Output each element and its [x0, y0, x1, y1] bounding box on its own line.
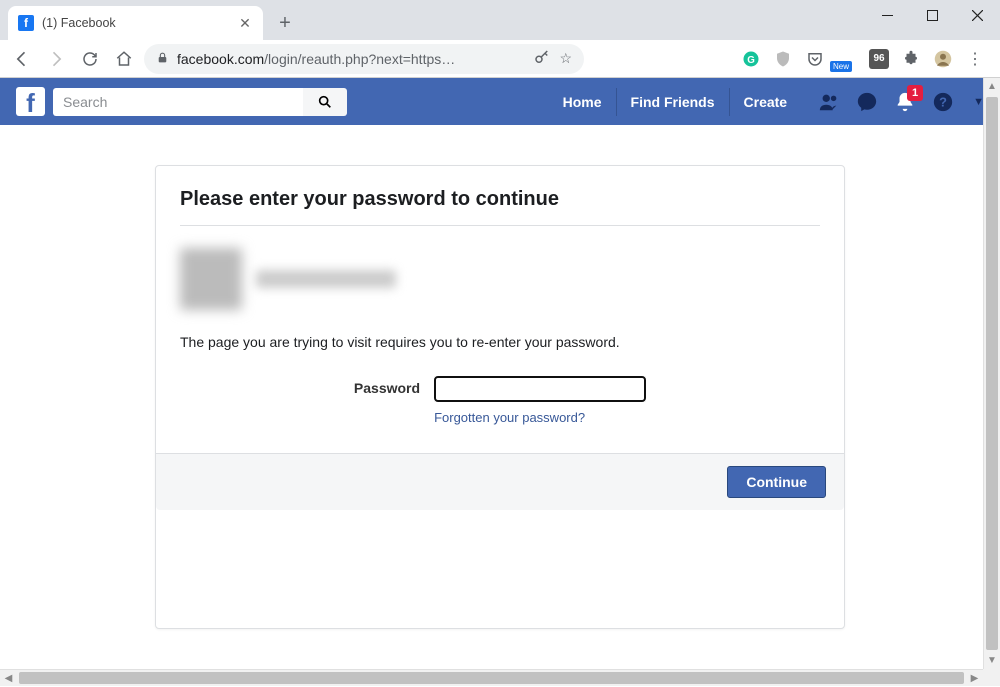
rainbow-extension-icon[interactable]: New	[836, 48, 858, 70]
window-controls	[865, 0, 1000, 30]
reauth-card: Please enter your password to continue T…	[155, 165, 845, 629]
horizontal-scrollbar[interactable]: ◀ ▶	[0, 669, 983, 686]
friend-requests-icon[interactable]	[817, 90, 841, 114]
password-label: Password	[354, 376, 420, 396]
card-footer: Continue	[156, 453, 844, 510]
facebook-logo[interactable]: f	[16, 87, 45, 116]
url-text: facebook.com/login/reauth.php?next=https…	[177, 51, 525, 67]
home-button[interactable]	[110, 45, 138, 73]
window-maximize-button[interactable]	[910, 0, 955, 30]
user-name	[256, 270, 396, 288]
scroll-left-arrow[interactable]: ◀	[0, 670, 17, 687]
nav-home[interactable]: Home	[549, 88, 616, 116]
svg-text:?: ?	[939, 94, 947, 109]
vertical-scroll-thumb[interactable]	[986, 97, 998, 650]
card-title: Please enter your password to continue	[180, 188, 820, 226]
browser-tab[interactable]: f (1) Facebook ✕	[8, 6, 263, 40]
back-button[interactable]	[8, 45, 36, 73]
search-wrap	[53, 88, 347, 116]
extension-new-badge: New	[830, 61, 852, 72]
explain-text: The page you are trying to visit require…	[180, 334, 820, 350]
window-close-button[interactable]	[955, 0, 1000, 30]
window-minimize-button[interactable]	[865, 0, 910, 30]
facebook-header: f Home Find Friends Create 1 ? ▼	[0, 78, 1000, 125]
address-bar[interactable]: facebook.com/login/reauth.php?next=https…	[144, 44, 584, 74]
nav-create[interactable]: Create	[729, 88, 802, 116]
search-input[interactable]	[53, 88, 303, 116]
extensions-puzzle-icon[interactable]	[900, 48, 922, 70]
shield-extension-icon[interactable]	[772, 48, 794, 70]
page-content: Please enter your password to continue T…	[0, 125, 1000, 669]
browser-titlebar: f (1) Facebook ✕ +	[0, 0, 1000, 40]
user-row	[180, 248, 820, 310]
scroll-right-arrow[interactable]: ▶	[966, 670, 983, 687]
forgot-password-link[interactable]: Forgotten your password?	[434, 410, 646, 425]
extension-icons: G New 96 ⋮	[740, 48, 992, 70]
counter-extension-icon[interactable]: 96	[868, 48, 890, 70]
search-button[interactable]	[303, 88, 347, 116]
facebook-header-icons: 1 ? ▼	[817, 90, 984, 114]
grammarly-extension-icon[interactable]: G	[740, 48, 762, 70]
forward-button[interactable]	[42, 45, 70, 73]
notification-badge: 1	[907, 85, 923, 101]
notifications-icon[interactable]: 1	[893, 90, 917, 114]
browser-menu-icon[interactable]: ⋮	[964, 48, 986, 70]
browser-toolbar: facebook.com/login/reauth.php?next=https…	[0, 40, 1000, 78]
tab-close-icon[interactable]: ✕	[237, 15, 253, 32]
profile-avatar-icon[interactable]	[932, 48, 954, 70]
pocket-extension-icon[interactable]	[804, 48, 826, 70]
password-input[interactable]	[434, 376, 646, 402]
avatar	[180, 248, 242, 310]
messenger-icon[interactable]	[855, 90, 879, 114]
key-icon[interactable]	[533, 48, 551, 69]
reload-button[interactable]	[76, 45, 104, 73]
scroll-up-arrow[interactable]: ▲	[984, 78, 1000, 95]
scroll-down-arrow[interactable]: ▼	[984, 652, 1000, 669]
bookmark-star-icon[interactable]: ☆	[559, 50, 572, 67]
scrollbar-corner	[983, 669, 1000, 686]
tab-favicon: f	[18, 15, 34, 31]
password-row: Password Forgotten your password?	[180, 376, 820, 425]
facebook-nav: Home Find Friends Create	[549, 88, 802, 116]
nav-find-friends[interactable]: Find Friends	[616, 88, 729, 116]
horizontal-scroll-thumb[interactable]	[19, 672, 964, 684]
new-tab-button[interactable]: +	[271, 9, 299, 37]
help-icon[interactable]: ?	[931, 90, 955, 114]
tab-title: (1) Facebook	[42, 16, 229, 30]
vertical-scrollbar[interactable]: ▲ ▼	[983, 78, 1000, 669]
continue-button[interactable]: Continue	[727, 466, 826, 498]
svg-text:G: G	[747, 54, 755, 65]
lock-icon	[156, 51, 169, 67]
